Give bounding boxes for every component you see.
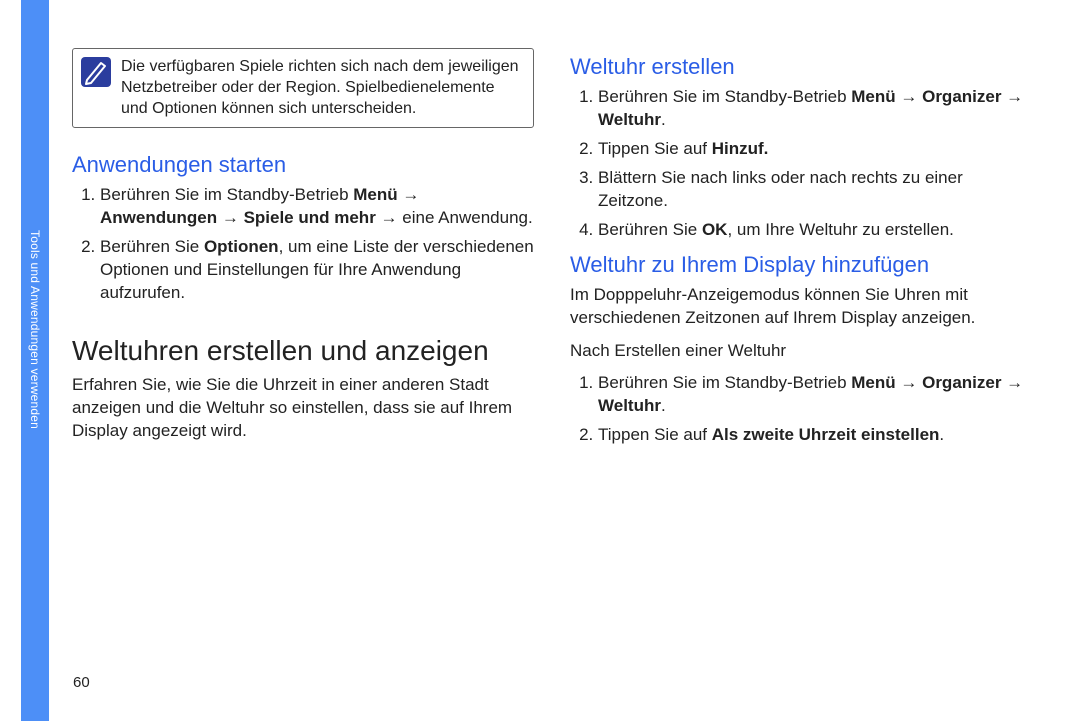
intro-weltuhren: Erfahren Sie, wie Sie die Uhrzeit in ein… (72, 374, 534, 443)
text: → eine Anwendung. (376, 208, 533, 227)
bold: Weltuhr (598, 396, 661, 415)
bold: Menü (851, 373, 895, 392)
heading-weltuhren-erstellen: Weltuhren erstellen und anzeigen (72, 333, 534, 368)
text: Berühren Sie (598, 220, 702, 239)
list-weltuhr-display: Berühren Sie im Standby-Betrieb Menü → O… (570, 372, 1032, 447)
bold: Menü (353, 185, 397, 204)
bold: Weltuhr (598, 110, 661, 129)
heading-weltuhr-erstellen: Weltuhr erstellen (570, 54, 1032, 80)
heading-weltuhr-display: Weltuhr zu Ihrem Display hinzufügen (570, 252, 1032, 278)
bold: OK (702, 220, 728, 239)
text: Tippen Sie auf (598, 425, 712, 444)
right-column: Weltuhr erstellen Berühren Sie im Standb… (570, 48, 1032, 457)
note-icon (81, 57, 111, 87)
text: . (661, 396, 666, 415)
intro-weltuhr-display: Im Dopppeluhr-Anzeigemodus können Sie Uh… (570, 284, 1032, 330)
text: Berühren Sie im Standby-Betrieb (598, 373, 851, 392)
text: → (1001, 373, 1023, 392)
after-weltuhr: Nach Erstellen einer Weltuhr (570, 340, 1032, 363)
page-content: Die verfügbaren Spiele richten sich nach… (72, 48, 1032, 457)
list-item: Tippen Sie auf Als zweite Uhrzeit einste… (598, 424, 1032, 447)
side-tab: Tools und Anwendungen verwenden (21, 0, 49, 721)
text: → (1001, 87, 1023, 106)
heading-anwendungen-starten: Anwendungen starten (72, 152, 534, 178)
list-item: Berühren Sie im Standby-Betrieb Menü → A… (100, 184, 534, 230)
text: Tippen Sie auf (598, 139, 712, 158)
list-item: Blättern Sie nach links oder nach rechts… (598, 167, 1032, 213)
text: , um Ihre Weltuhr zu erstellen. (727, 220, 953, 239)
list-item: Berühren Sie OK, um Ihre Weltuhr zu erst… (598, 219, 1032, 242)
bold: Organizer (922, 87, 1001, 106)
list-item: Berühren Sie Optionen, um eine Liste der… (100, 236, 534, 305)
text: . (939, 425, 944, 444)
list-item: Berühren Sie im Standby-Betrieb Menü → O… (598, 86, 1032, 132)
list-item: Tippen Sie auf Hinzuf. (598, 138, 1032, 161)
text: Berühren Sie im Standby-Betrieb (598, 87, 851, 106)
page-number: 60 (73, 674, 90, 691)
text: Berühren Sie im Standby-Betrieb (100, 185, 353, 204)
bold: Menü (851, 87, 895, 106)
text: → (896, 87, 922, 106)
text: . (661, 110, 666, 129)
text: → (398, 185, 420, 204)
text: → (217, 208, 243, 227)
list-item: Berühren Sie im Standby-Betrieb Menü → O… (598, 372, 1032, 418)
note-text: Die verfügbaren Spiele richten sich nach… (121, 57, 523, 119)
list-weltuhr-erstellen: Berühren Sie im Standby-Betrieb Menü → O… (570, 86, 1032, 242)
bold: Hinzuf. (712, 139, 769, 158)
side-tab-label: Tools und Anwendungen verwenden (28, 230, 42, 429)
bold: Organizer (922, 373, 1001, 392)
bold: Optionen (204, 237, 279, 256)
text: → (896, 373, 922, 392)
bold: Spiele und mehr (244, 208, 376, 227)
note-box: Die verfügbaren Spiele richten sich nach… (72, 48, 534, 128)
list-anwendungen-starten: Berühren Sie im Standby-Betrieb Menü → A… (72, 184, 534, 305)
text: Berühren Sie (100, 237, 204, 256)
bold: Anwendungen (100, 208, 217, 227)
left-column: Die verfügbaren Spiele richten sich nach… (72, 48, 534, 457)
bold: Als zweite Uhrzeit einstellen (712, 425, 940, 444)
